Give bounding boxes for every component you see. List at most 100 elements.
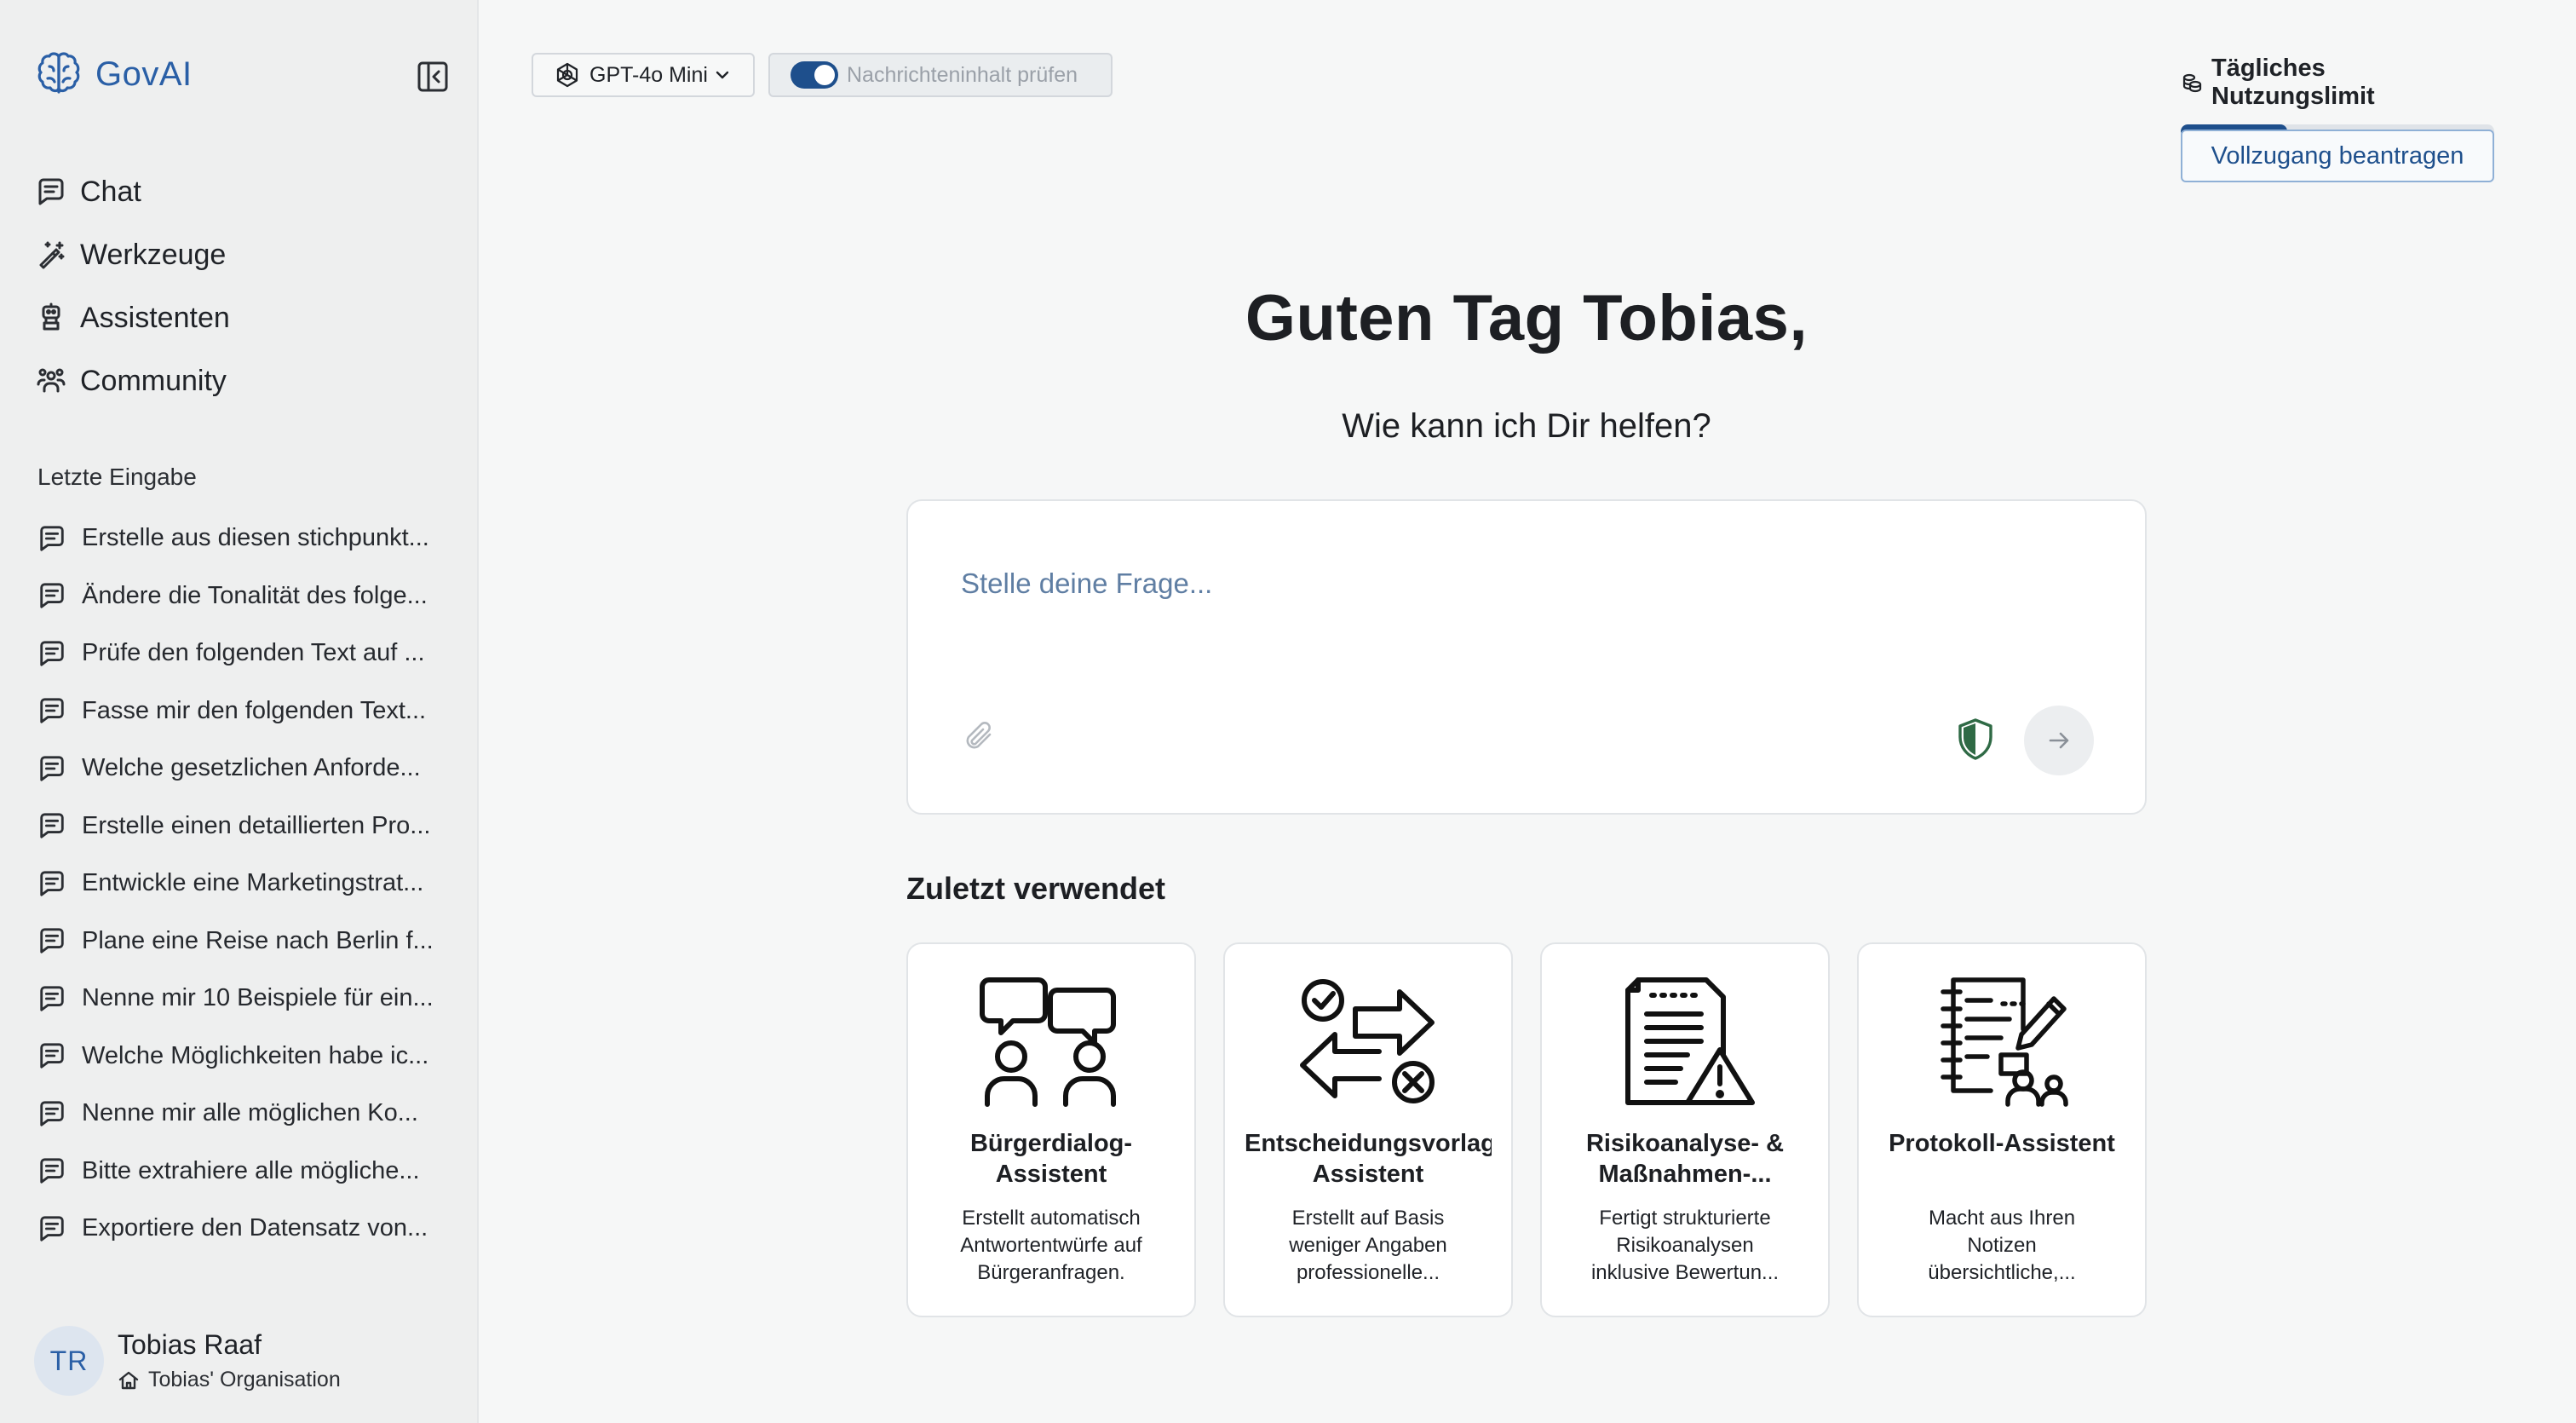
robot-icon: [36, 302, 66, 333]
toggle-switch[interactable]: [791, 61, 838, 89]
chat-icon: [37, 1041, 66, 1070]
list-item[interactable]: Nenne mir alle möglichen Ko...: [37, 1085, 434, 1143]
list-item[interactable]: Prüfe den folgenden Text auf ...: [37, 625, 434, 683]
list-item-label: Welche gesetzlichen Anforde...: [82, 754, 421, 782]
chevron-down-icon: [713, 66, 732, 84]
request-full-access-button[interactable]: Vollzugang beantragen: [2181, 130, 2494, 182]
list-item[interactable]: Erstelle einen detaillierten Pro...: [37, 798, 434, 856]
list-item-label: Erstelle aus diesen stichpunkt...: [82, 524, 429, 552]
usage-limit: Tägliches Nutzungslimit: [2181, 55, 2494, 138]
recent-list: Erstelle aus diesen stichpunkt... Ändere …: [37, 510, 434, 1258]
assistant-card[interactable]: Risikoanalyse- & Maßnahmen-... Fertigt s…: [1540, 942, 1830, 1317]
sidebar-toggle-icon: [416, 60, 450, 94]
chat-icon: [37, 1099, 66, 1128]
list-item-label: Fasse mir den folgenden Text...: [82, 696, 427, 724]
user-profile[interactable]: TR Tobias Raaf Tobias' Organisation: [34, 1326, 341, 1396]
card-description: Macht aus Ihren Notizen übersichtliche,.…: [1928, 1207, 2076, 1284]
chat-icon: [37, 639, 66, 668]
content-check-label: Nachrichteninhalt prüfen: [847, 62, 1078, 87]
dialog-people-icon: [979, 975, 1124, 1111]
list-item[interactable]: Erstelle aus diesen stichpunkt...: [37, 510, 434, 567]
list-item[interactable]: Plane eine Reise nach Berlin f...: [37, 913, 434, 971]
main-nav: Chat Werkzeuge Assistenten Community: [36, 160, 230, 412]
chat-icon: [37, 524, 66, 553]
shield-icon[interactable]: [1956, 717, 1995, 760]
decision-arrows-icon: [1296, 975, 1440, 1111]
card-description: Fertigt strukturierte Risikoanalysen ink…: [1590, 1207, 1780, 1284]
nav-item-werkzeuge[interactable]: Werkzeuge: [36, 223, 230, 286]
user-info: Tobias Raaf Tobias' Organisation: [118, 1329, 341, 1392]
sidebar-collapse-button[interactable]: [416, 60, 450, 94]
chat-icon: [37, 1214, 66, 1243]
app-name: GovAI: [95, 55, 193, 93]
openai-logo-icon: [554, 61, 581, 89]
chat-icon: [37, 1156, 66, 1185]
assistant-card[interactable]: Bürgerdialog-Assistent Erstellt automati…: [906, 942, 1196, 1317]
home-icon: [118, 1369, 148, 1391]
card-title: Risikoanalyse- & Maßnahmen-...: [1585, 1130, 1785, 1188]
sidebar: GovAI Chat Werkzeuge Assistenten Communi…: [0, 0, 479, 1423]
card-title: Bürgerdialog-Assistent: [969, 1130, 1133, 1188]
usage-limit-title: Tägliches Nutzungslimit: [2181, 55, 2494, 111]
protocol-notebook-icon: [1929, 975, 2074, 1111]
prompt-input[interactable]: [961, 562, 2068, 605]
recently-used-title: Zuletzt verwendet: [906, 871, 1166, 906]
greeting-subtitle: Wie kann ich Dir helfen?: [1342, 407, 1711, 445]
nav-item-label: Chat: [80, 175, 141, 208]
avatar: TR: [34, 1326, 104, 1396]
list-item[interactable]: Entwickle eine Marketingstrat...: [37, 855, 434, 913]
list-item-label: Erstelle einen detaillierten Pro...: [82, 811, 431, 839]
model-select[interactable]: GPT-4o Mini: [532, 53, 755, 97]
list-item[interactable]: Nenne mir 10 Beispiele für ein...: [37, 970, 434, 1028]
user-org-label: Tobias' Organisation: [148, 1368, 341, 1391]
content-check-toggle[interactable]: Nachrichteninhalt prüfen: [768, 53, 1113, 97]
user-organization: Tobias' Organisation: [118, 1368, 341, 1392]
paperclip-icon[interactable]: [961, 717, 998, 755]
arrow-right-icon: [2045, 727, 2073, 754]
prompt-box: [906, 499, 2147, 815]
nav-item-label: Community: [80, 364, 227, 397]
brand[interactable]: GovAI: [34, 49, 193, 99]
list-item-label: Exportiere den Datensatz von...: [82, 1214, 428, 1242]
list-item-label: Plane eine Reise nach Berlin f...: [82, 926, 434, 954]
chat-icon: [37, 869, 66, 898]
chat-icon: [37, 811, 66, 840]
list-item-label: Prüfe den folgenden Text auf ...: [82, 639, 425, 667]
coins-icon: [2181, 72, 2211, 94]
chat-icon: [37, 984, 66, 1013]
risk-document-icon: [1613, 975, 1757, 1111]
recent-section-title: Letzte Eingabe: [37, 464, 197, 490]
nav-item-label: Werkzeuge: [80, 238, 227, 271]
usage-limit-label: Tägliches Nutzungslimit: [2211, 55, 2375, 110]
nav-item-assistenten[interactable]: Assistenten: [36, 286, 230, 349]
list-item[interactable]: Bitte extrahiere alle mögliche...: [37, 1143, 434, 1201]
list-item[interactable]: Welche Möglichkeiten habe ic...: [37, 1028, 434, 1086]
assistant-card[interactable]: Entscheidungsvorlagen-Assistent Erstellt…: [1223, 942, 1513, 1317]
nav-item-community[interactable]: Community: [36, 349, 230, 412]
assistant-card[interactable]: Protokoll-Assistent Macht aus Ihren Noti…: [1857, 942, 2147, 1317]
chat-icon: [37, 696, 66, 725]
list-item-label: Nenne mir alle möglichen Ko...: [82, 1099, 418, 1127]
card-description: Erstellt automatisch Antwortentwürfe auf…: [960, 1207, 1142, 1284]
nav-item-label: Assistenten: [80, 301, 230, 334]
users-icon: [36, 366, 66, 396]
nav-item-chat[interactable]: Chat: [36, 160, 230, 223]
list-item-label: Welche Möglichkeiten habe ic...: [82, 1041, 429, 1069]
list-item[interactable]: Fasse mir den folgenden Text...: [37, 683, 434, 740]
list-item[interactable]: Welche gesetzlichen Anforde...: [37, 740, 434, 798]
card-title: Entscheidungsvorlagen-Assistent: [1245, 1130, 1492, 1188]
list-item[interactable]: Ändere die Tonalität des folge...: [37, 567, 434, 625]
chat-icon: [37, 754, 66, 783]
card-description: Erstellt auf Basis weniger Angaben profe…: [1289, 1207, 1447, 1284]
list-item-label: Entwickle eine Marketingstrat...: [82, 869, 424, 897]
model-select-value: GPT-4o Mini: [589, 62, 708, 87]
brain-logo-icon: [34, 49, 83, 99]
list-item-label: Nenne mir 10 Beispiele für ein...: [82, 984, 434, 1012]
list-item-label: Ändere die Tonalität des folge...: [82, 581, 428, 609]
list-item-label: Bitte extrahiere alle mögliche...: [82, 1156, 420, 1184]
recently-used-cards: Bürgerdialog-Assistent Erstellt automati…: [906, 942, 2147, 1317]
list-item[interactable]: Exportiere den Datensatz von...: [37, 1200, 434, 1258]
send-button[interactable]: [2024, 706, 2094, 775]
chat-icon: [37, 581, 66, 610]
chat-icon: [37, 926, 66, 955]
